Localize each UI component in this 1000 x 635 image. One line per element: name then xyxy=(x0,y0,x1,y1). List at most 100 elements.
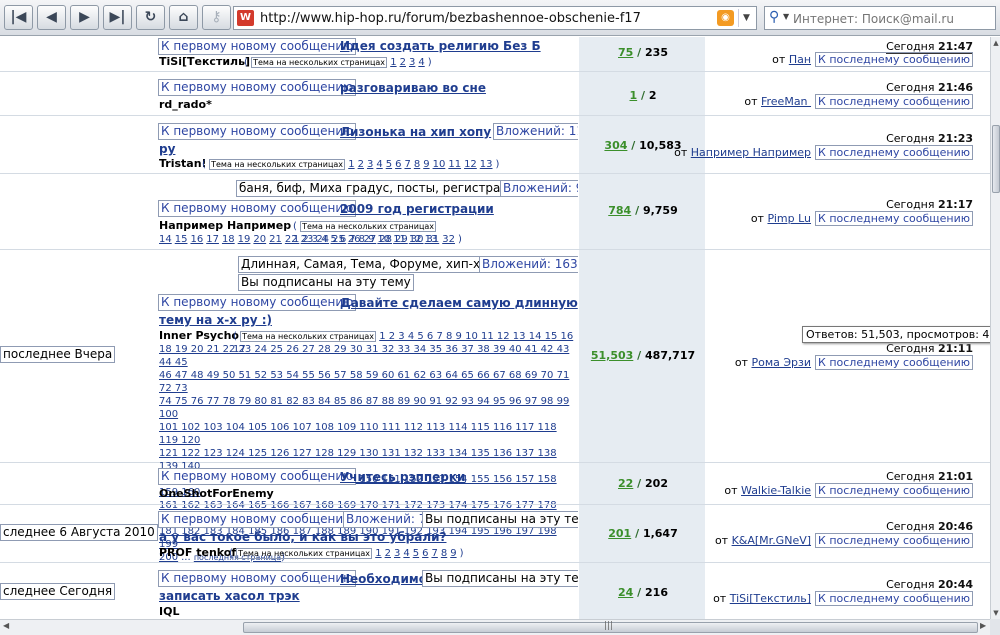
reply-view-count: 201 / 1,647 xyxy=(608,527,678,540)
table-row: К первому новому сообщению Учитесь рэппе… xyxy=(0,463,990,505)
thread-tags: баня, биф, Миха градус, посты, регистрац… xyxy=(236,180,527,197)
scroll-left-icon[interactable]: ◀ xyxy=(3,621,9,630)
reply-view-count: 22 / 202 xyxy=(618,477,668,490)
back-button[interactable]: ◀ xyxy=(37,5,66,30)
scroll-up-icon[interactable]: ▲ xyxy=(991,39,1000,47)
stats-cell: 1 / 2 xyxy=(578,72,706,115)
last-post-time: Сегодня 21:23 xyxy=(886,132,973,146)
last-post-cell: Сегодня 21:23 от Например Например К посл… xyxy=(674,116,990,173)
search-box[interactable]: ⚲ ▼ xyxy=(764,6,996,30)
reply-view-count: 51,503 / 487,717 xyxy=(590,349,696,362)
first-new-post-link[interactable]: К первому новому сообщению xyxy=(158,79,357,96)
stats-cell: 24 / 216 xyxy=(578,563,706,619)
thread-title-continued[interactable]: тему на х-х ру :) xyxy=(159,313,272,327)
last-post-info: от FreeMan К последнему сообщению xyxy=(744,94,973,109)
url-text[interactable]: http://www.hip-hop.ru/forum/bezbashennoe… xyxy=(260,11,641,26)
reload-button[interactable]: ↻ xyxy=(136,5,165,30)
last-visit-label: последнее Вчера xyxy=(0,346,116,363)
first-new-post-link[interactable]: К первому новому сообщению xyxy=(158,294,357,311)
scroll-down-icon[interactable]: ▼ xyxy=(991,609,1000,617)
chevron-down-icon[interactable]: ▼ xyxy=(738,9,754,27)
address-bar[interactable]: W http://www.hip-hop.ru/forum/bezbashenn… xyxy=(233,6,757,30)
last-post-time: Сегодня 20:46 xyxy=(886,520,973,534)
thread-author[interactable]: rd_rado* xyxy=(159,98,212,111)
thread-title-continued[interactable]: ру xyxy=(159,142,175,156)
search-engine-dropdown-icon[interactable]: ▼ xyxy=(783,12,789,21)
first-new-post-link[interactable]: К первому новому сообщению xyxy=(158,38,357,55)
attachments-badge[interactable]: Вложений: 1639 xyxy=(479,256,589,273)
thread-title[interactable]: Давайте сделаем самую длинную xyxy=(340,296,578,310)
attachments-badge[interactable]: Вложений: 11 xyxy=(493,123,588,140)
last-post-info: от Pimp Lu К последнему сообщению xyxy=(751,211,973,226)
stats-cell: 51,503 / 487,717 xyxy=(578,250,706,462)
topic-cell: К первому новому сообщению Идея создать … xyxy=(157,37,578,71)
thread-author[interactable]: Tristan! xyxy=(159,157,207,170)
thread-title[interactable]: Идея создать религию Без Б xyxy=(340,39,541,53)
reply-view-count: 1 / 2 xyxy=(629,89,657,102)
thread-title[interactable]: а у вас токое было, и как вы это убрали? xyxy=(159,530,446,544)
subscribed-badge: Вы подписаны на эту тему xyxy=(422,511,598,528)
stats-cell: 201 / 1,647 xyxy=(578,505,706,562)
attachments-badge[interactable]: Вложений: 9 xyxy=(500,180,587,197)
last-post-info: от Пан К последнему сообщению xyxy=(772,52,973,67)
reply-view-count: 784 / 9,759 xyxy=(608,204,678,217)
horizontal-scrollbar[interactable]: ◀ ||| ▶ xyxy=(0,619,990,635)
grip-icon: ||| xyxy=(604,621,614,631)
topic-cell: К первому новому сообщению Лизонька на х… xyxy=(157,116,588,173)
search-input[interactable] xyxy=(793,10,993,27)
table-row: К первому новому сообщению Лизонька на х… xyxy=(0,116,990,174)
site-favicon-icon: W xyxy=(237,10,254,26)
last-page-button[interactable]: ▶| xyxy=(103,5,132,30)
thread-title[interactable]: Необходимо xyxy=(340,572,427,586)
first-new-post-link[interactable]: К первому новому сообщению xyxy=(158,570,357,587)
home-button[interactable]: ⌂ xyxy=(169,5,198,30)
thread-title[interactable]: 2009 год регистрации xyxy=(340,202,494,216)
reply-view-count: 24 / 216 xyxy=(618,586,668,599)
table-row: следнее Сегодня К первому новому сообщен… xyxy=(0,563,990,619)
first-new-post-link[interactable]: К первому новому сообщению xyxy=(158,123,357,140)
first-new-post-link[interactable]: К первому новому сообщению xyxy=(158,200,357,217)
attachments-badge[interactable]: Вложений: 7 xyxy=(343,511,430,528)
last-post-cell: Сегодня 20:46 от K&A[Mr.GNeV] К последнем… xyxy=(706,505,990,562)
last-visit-label: следнее Сегодня xyxy=(0,583,116,600)
topic-cell: К первому новому сообщению Необходимо Вы… xyxy=(157,563,598,619)
thread-title[interactable]: Лизонька на хип хопу xyxy=(340,125,491,139)
thread-author[interactable]: PROF tenkof xyxy=(159,546,236,559)
key-icon[interactable]: ⚷ xyxy=(202,5,231,30)
stats-cell: 22 / 202 xyxy=(578,463,706,504)
search-icon[interactable]: ⚲ xyxy=(769,9,779,25)
table-row: К первому новому сообщению Идея создать … xyxy=(0,37,990,72)
stats-cell: 75 / 235 xyxy=(578,37,706,71)
last-post-info: от Рома Эрзи К последнему сообщению xyxy=(735,355,973,370)
first-new-post-link[interactable]: К первому новому сообщению xyxy=(158,511,357,528)
horizontal-scroll-thumb[interactable]: ||| xyxy=(243,621,978,633)
last-post-info: от K&A[Mr.GNeV] К последнему сообщению xyxy=(715,533,973,548)
table-row: К первому новому сообщению разговариваю … xyxy=(0,72,990,116)
thread-author[interactable]: IQL xyxy=(159,605,179,618)
last-post-time: Сегодня 20:44 xyxy=(886,578,973,592)
last-post-cell: Сегодня 21:11 от Рома Эрзи К последнему с… xyxy=(706,250,990,462)
thread-title-continued[interactable]: записать хасол трэк xyxy=(159,589,300,603)
rss-icon[interactable]: ◉ xyxy=(717,10,734,26)
scroll-right-icon[interactable]: ▶ xyxy=(980,621,986,630)
thread-author[interactable]: TiSi[Текстиль] xyxy=(159,55,250,68)
vertical-scroll-thumb[interactable] xyxy=(992,125,1000,193)
topic-cell: К первому новому сообщению Вложений: 7 В… xyxy=(157,505,598,562)
thread-title[interactable]: Учитесь рэпперки xyxy=(340,470,465,484)
forward-button[interactable]: ▶ xyxy=(70,5,99,30)
thread-title[interactable]: разговариваю во сне xyxy=(340,81,486,95)
thread-tags: Длинная, Самая, Тема, Форуме, хип-хоп xyxy=(238,256,499,273)
vertical-scrollbar[interactable]: ▲ ▼ xyxy=(990,37,1000,619)
first-new-post-link[interactable]: К первому новому сообщению xyxy=(158,468,357,485)
last-visit-label: следнее 6 Августа 2010 xyxy=(0,524,158,541)
subscribed-badge: Вы подписаны на эту тему xyxy=(422,570,598,587)
stats-cell: 304 / 10,583 xyxy=(578,116,706,173)
thread-author[interactable]: Inner Psycho xyxy=(159,329,239,342)
topic-cell: баня, биф, Миха градус, посты, регистрац… xyxy=(157,174,587,249)
thread-author[interactable]: Например Например xyxy=(159,219,291,232)
table-row: баня, биф, Миха градус, посты, регистрац… xyxy=(0,174,990,250)
first-page-button[interactable]: |◀ xyxy=(4,5,33,30)
last-post-time: Сегодня 21:46 xyxy=(886,81,973,95)
page-links: ( Тема на нескольких страницах 123456789… xyxy=(202,159,500,170)
thread-author[interactable]: OneShotForEnemy xyxy=(159,487,274,500)
